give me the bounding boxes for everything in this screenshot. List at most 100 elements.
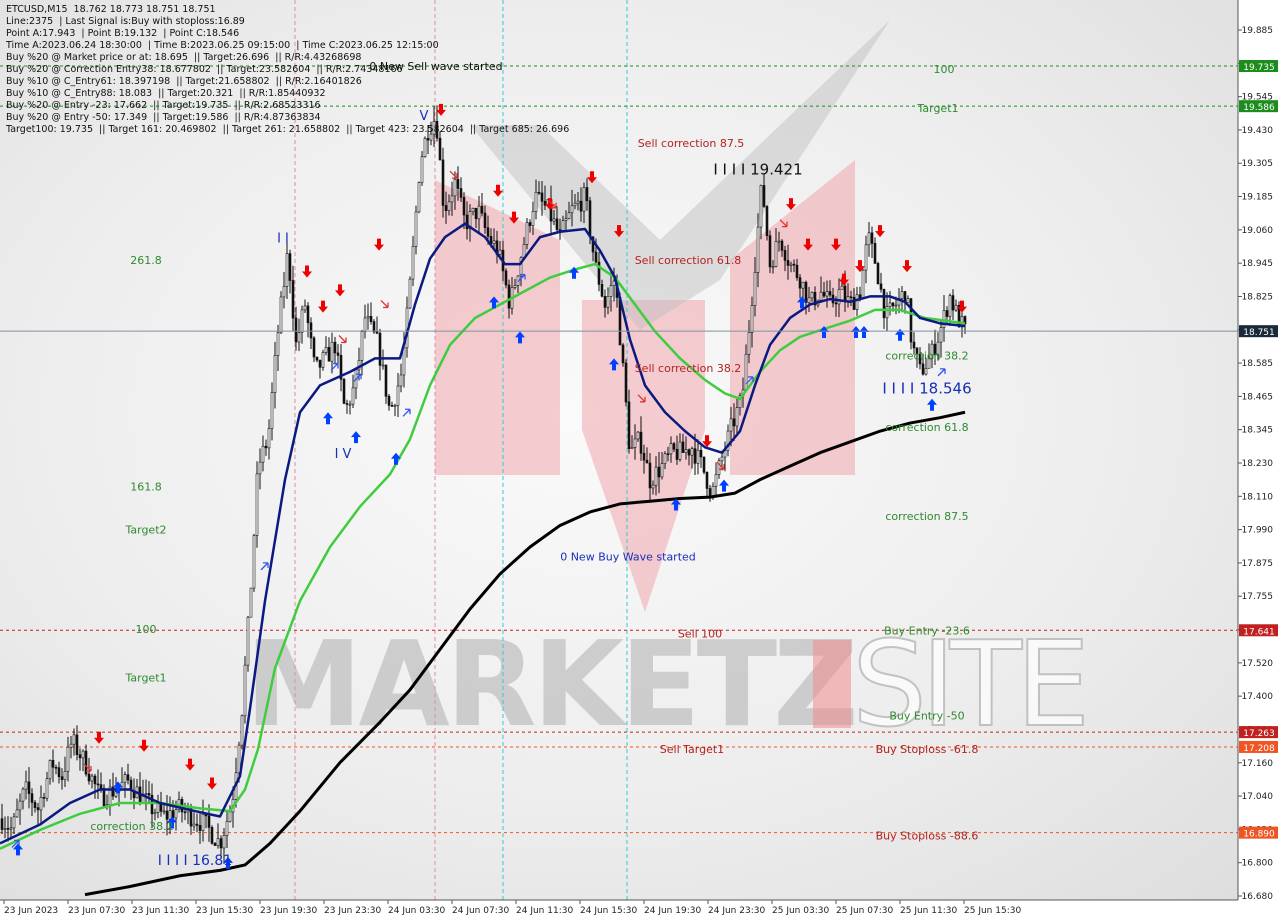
candle-bull [381,364,385,367]
candle-bull [777,240,781,243]
info-line: Buy %20 @ Correction Entry38: 18.677802 … [6,64,403,75]
candle-bull [534,191,538,212]
candle-bull [750,305,754,333]
price-tick-label: 19.060 [1242,226,1274,236]
candle-bull [270,392,274,429]
candle-bear [786,260,790,266]
time-tick-label: 23 Jun 23:30 [324,906,381,916]
logo-bar-left [435,180,560,475]
candle-bear [291,280,295,319]
price-tick-label: 18.465 [1242,392,1274,402]
candle-bear [681,441,685,453]
candle-bear [873,243,877,264]
watermark-bar [813,640,851,728]
candle-bull [744,353,748,391]
candle-bull [351,387,355,405]
sell-arrow-icon [94,731,104,744]
candle-bull [864,244,868,271]
candle-bear [336,352,340,356]
candle-bear [486,227,490,237]
sell-arrow-icon [185,758,195,771]
chart-window[interactable]: MARKETZSITE19.73519.58617.64117.26317.20… [0,0,1280,920]
candle-bull [825,291,829,297]
candle-bear [426,138,430,141]
candle-bull [246,616,250,666]
middle-annotation: Sell correction 87.5 [638,137,745,150]
candle-bear [594,251,598,263]
candle-bull [249,587,253,618]
sell-arrow-icon [902,260,912,273]
current-price-label: 18.751 [1243,328,1275,338]
candle-bear [33,802,37,808]
candle-bull [477,205,481,220]
candle-bull [63,770,67,780]
sell-arrow-icon [318,300,328,313]
price-tick-label: 18.230 [1242,459,1274,469]
candle-bull [606,296,610,308]
candle-bear [762,185,766,207]
candle-bull [774,241,778,267]
candle-bear [207,815,211,828]
candle-bear [828,291,832,296]
candle-bull [156,803,160,813]
candle-bull [636,431,640,440]
candle-bull [447,201,451,211]
candle-bull [660,463,664,478]
right-annotation: Buy Entry -50 [889,709,964,722]
price-chart[interactable]: MARKETZSITE19.73519.58617.64117.26317.20… [0,0,1280,920]
candle-bear [693,448,697,464]
candle-bull [21,788,25,802]
candle-bear [390,405,394,407]
candle-bear [834,302,838,305]
candle-bear [384,364,388,397]
price-tick-label: 17.160 [1242,759,1274,769]
candle-bear [99,784,103,789]
candle-bull [900,291,904,299]
candle-bear [474,207,478,220]
candle-bear [315,356,319,361]
candle-bear [378,332,382,366]
candle-bull [414,211,418,247]
candle-bull [9,827,13,830]
price-tick-label: 18.110 [1242,492,1274,502]
candle-bear [585,187,589,202]
left-annotation: Target2 [124,524,166,537]
candle-bull [735,407,739,427]
candle-bull [348,403,352,406]
candle-bear [441,159,445,206]
candle-bear [372,321,376,333]
candle-bear [792,263,796,266]
info-line: Line:2375 | Last Signal is:Buy with stop… [6,16,245,27]
candle-bear [345,403,349,405]
candle-bear [480,205,484,214]
candle-bull [531,211,535,226]
right-annotation: correction 38.2 [885,350,968,363]
candle-bear [51,760,55,768]
candle-bear [798,277,802,289]
candle-bull [810,292,814,299]
candle-bear [765,206,769,236]
candle-bull [711,485,715,497]
candle-bull [498,249,502,255]
sell-arrow-icon [207,777,217,790]
right-annotation: Buy Stoploss -61.8 [876,743,979,756]
time-tick-label: 24 Jun 23:30 [708,906,765,916]
candle-bull [222,835,226,849]
candle-bull [678,441,682,460]
candle-bear [627,401,631,449]
candle-bear [327,347,331,362]
candle-bull [48,760,52,780]
candle-bull [720,456,724,462]
candle-bear [369,315,373,322]
candle-bull [258,461,262,475]
signal-info-panel: ETCUSD,M15 18.762 18.773 18.751 18.751 Li… [6,4,569,136]
candle-bull [402,347,406,376]
time-tick-label: 25 Jun 15:30 [964,906,1021,916]
time-tick-label: 25 Jun 03:30 [772,906,829,916]
candle-bear [147,793,151,796]
price-tick-label: 17.400 [1242,692,1274,702]
price-tick-label: 18.585 [1242,359,1274,369]
candle-bear [507,284,511,309]
candle-bear [93,775,97,785]
time-axis-bg [0,900,1280,920]
